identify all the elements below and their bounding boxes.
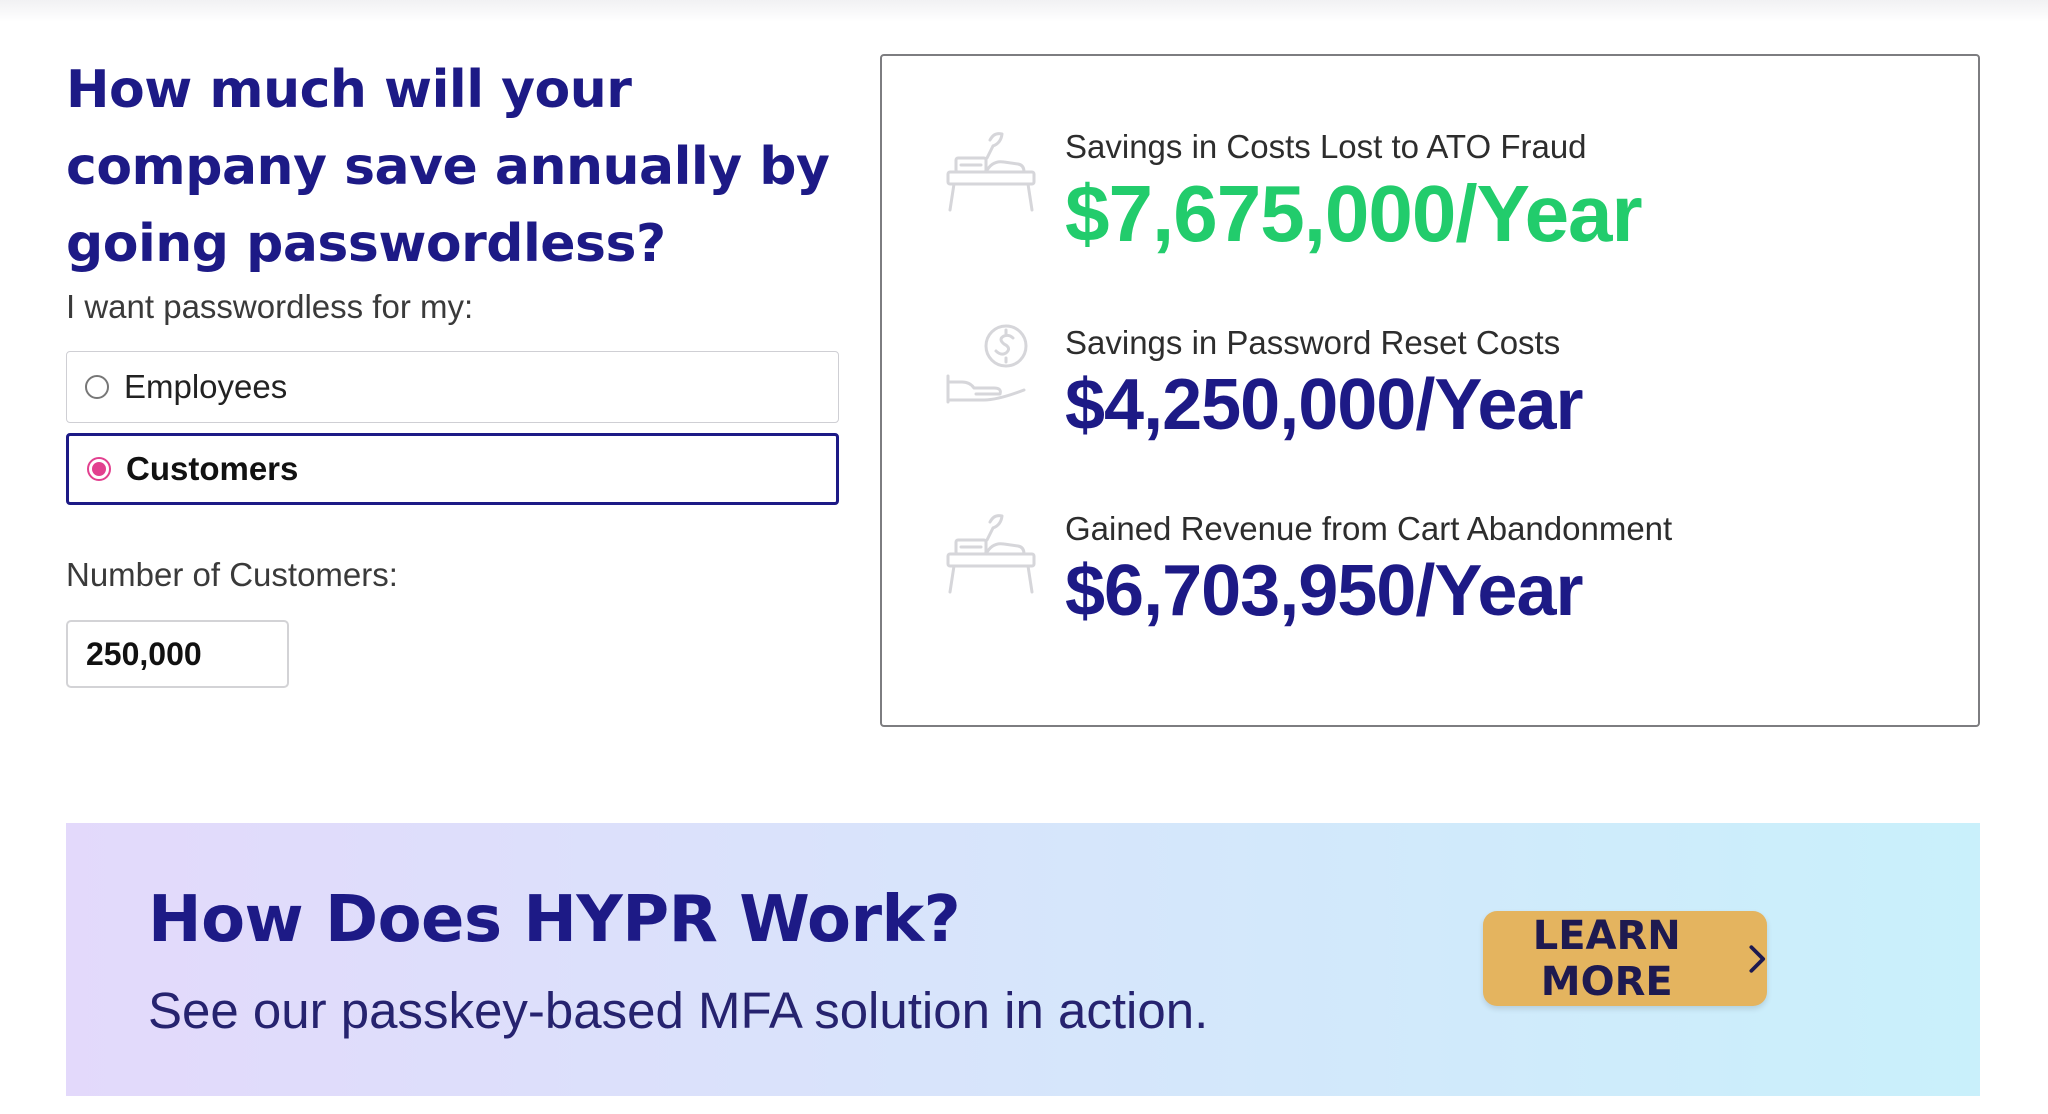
learn-more-button[interactable]: LEARN MORE <box>1483 911 1767 1006</box>
result-ato-fraud: Savings in Costs Lost to ATO Fraud $7,67… <box>882 128 1978 298</box>
desk-icon <box>946 514 1036 594</box>
result-ato-label: Savings in Costs Lost to ATO Fraud <box>1065 128 1587 165</box>
count-label: Number of Customers: <box>66 556 398 593</box>
banner-subtitle: See our passkey-based MFA solution in ac… <box>148 982 1209 1039</box>
result-reset-value: $4,250,000/Year <box>1065 365 1584 445</box>
desk-icon <box>946 132 1036 212</box>
results-panel: Savings in Costs Lost to ATO Fraud $7,67… <box>880 54 1980 727</box>
result-cart-abandonment: Gained Revenue from Cart Abandonment $6,… <box>882 510 1978 680</box>
result-reset-label: Savings in Password Reset Costs <box>1065 324 1561 361</box>
top-shade <box>0 0 2048 22</box>
page-title: How much will your company save annually… <box>66 60 830 274</box>
option-customers[interactable]: Customers <box>66 433 839 505</box>
dollar-hand-icon <box>946 324 1028 404</box>
radio-customers[interactable] <box>87 457 111 481</box>
learn-more-label: LEARN MORE <box>1532 912 1681 1005</box>
option-employees-label: Employees <box>124 368 288 405</box>
option-customers-label: Customers <box>126 450 299 487</box>
option-employees[interactable]: Employees <box>66 351 839 423</box>
result-cart-value: $6,703,950/Year <box>1065 551 1584 631</box>
result-ato-value: $7,675,000/Year <box>1065 169 1643 258</box>
chevron-right-icon <box>1749 944 1766 973</box>
cta-banner: How Does HYPR Work? See our passkey-base… <box>66 823 1980 1096</box>
banner-title: How Does HYPR Work? <box>148 883 961 957</box>
radio-employees[interactable] <box>85 375 109 399</box>
result-cart-label: Gained Revenue from Cart Abandonment <box>1065 510 1673 547</box>
result-password-reset: Savings in Password Reset Costs $4,250,0… <box>882 324 1978 494</box>
audience-prompt: I want passwordless for my: <box>66 288 474 325</box>
customer-count-input[interactable] <box>66 620 289 688</box>
